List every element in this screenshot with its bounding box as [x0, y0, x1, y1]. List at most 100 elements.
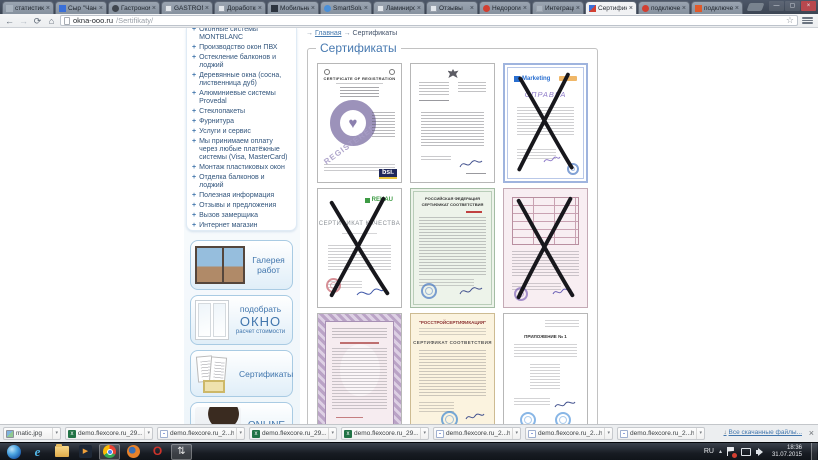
sidebar-menu-item[interactable]: +Стеклопакеты [192, 108, 291, 116]
show-desktop-button[interactable] [811, 443, 817, 460]
network-icon[interactable] [741, 448, 751, 456]
breadcrumb-home-link[interactable]: Главная [315, 30, 342, 37]
show-all-downloads-link[interactable]: ↓ Все скачанные файлы... [724, 429, 802, 436]
certificate-thumb-sanitary-ornate[interactable] [317, 313, 402, 424]
browser-tab[interactable]: подключени× [691, 1, 743, 14]
tab-close-icon[interactable]: × [46, 5, 50, 12]
volume-icon[interactable] [756, 447, 765, 456]
widget-online-consultant[interactable]: ONLINE [190, 402, 293, 424]
clock[interactable]: 18:36 31.07.2015 [770, 445, 804, 459]
back-button[interactable]: ← [4, 15, 15, 27]
browser-tab[interactable]: Недорогие× [479, 1, 531, 14]
download-item[interactable]: demo.flexcore.ru_29....csv▾ [65, 427, 153, 440]
sidebar-menu-item[interactable]: +Отделка балконов и лоджий [192, 174, 291, 190]
sidebar-menu-item[interactable]: +Остекление балконов и лоджий [192, 54, 291, 70]
browser-tab[interactable]: Доработки× [214, 1, 266, 14]
certificate-thumb-pink-crossed[interactable] [503, 188, 588, 308]
sidebar-menu-item[interactable]: +Услуги и сервис [192, 128, 291, 136]
download-item[interactable]: demo.flexcore.ru_2...html▾ [525, 427, 613, 440]
tab-close-icon[interactable]: × [99, 5, 103, 12]
certificate-thumb-marketing-crossed[interactable]: Marketing СПРАВКА [503, 63, 588, 183]
sidebar-menu-item[interactable]: +Фурнитура [192, 118, 291, 126]
sidebar-menu-item[interactable]: +Деревянные окна (сосна, лиственница дуб… [192, 72, 291, 88]
tab-close-icon[interactable]: × [311, 5, 315, 12]
language-indicator[interactable]: RU [704, 448, 714, 455]
download-item[interactable]: matic.jpg▾ [3, 427, 61, 440]
taskbar-icon-media-player[interactable]: ▶ [75, 444, 96, 460]
browser-tab[interactable]: Сыр "Чанах"× [55, 1, 107, 14]
browser-tab[interactable]: GASTRONOM× [161, 1, 213, 14]
tab-close-icon[interactable]: × [735, 5, 739, 12]
certificate-thumb-attachment-1[interactable]: ПРИЛОЖЕНИЕ № 1 [503, 313, 588, 424]
address-bar[interactable]: okna-ooo.ru /Sertifikaty/ ☆ [60, 15, 798, 26]
sidebar-menu-item[interactable]: +Интернет магазин [192, 222, 291, 230]
sidebar-menu-item[interactable]: +Алюминиевые системы Provedal [192, 90, 291, 106]
forward-button[interactable]: → [18, 15, 29, 27]
download-item-menu-caret[interactable]: ▾ [604, 428, 610, 439]
certificate-thumb-rosstroy[interactable]: "РОССТРОЙСЕРТИФИКАЦИЯ" СЕРТИФИКАТ СООТВЕ… [410, 313, 495, 424]
minimize-button[interactable]: — [769, 1, 784, 11]
sidebar-menu-item[interactable]: +Вызов замерщика [192, 212, 291, 220]
download-item-menu-caret[interactable]: ▾ [512, 428, 518, 439]
action-center-flag-icon[interactable] [727, 447, 736, 457]
download-item[interactable]: demo.flexcore.ru_29....csv▾ [341, 427, 429, 440]
bookmark-star-icon[interactable]: ☆ [786, 16, 794, 25]
certificate-thumb-rehau-quality-crossed[interactable]: REHAU СЕРТИФИКАТ КАЧЕСТВА [317, 188, 402, 308]
taskbar-icon-start[interactable] [3, 444, 24, 460]
home-button[interactable]: ⌂ [46, 15, 57, 27]
taskbar-icon-internet-explorer[interactable]: e [27, 444, 48, 460]
browser-tab[interactable]: Гастрономи× [108, 1, 160, 14]
taskbar-icon-firefox[interactable] [123, 444, 144, 460]
close-button[interactable]: × [801, 1, 816, 11]
download-item-menu-caret[interactable]: ▾ [52, 428, 58, 439]
download-item[interactable]: demo.flexcore.ru_2...html▾ [157, 427, 245, 440]
widget-gallery[interactable]: Галерея работ [190, 240, 293, 290]
sidebar-menu-item[interactable]: +Полезная информация [192, 192, 291, 200]
browser-tab[interactable]: SmartSoluti× [320, 1, 372, 14]
tab-close-icon[interactable]: × [576, 5, 580, 12]
browser-tab[interactable]: подключени× [638, 1, 690, 14]
sidebar-menu-item[interactable]: +Оконные системы MONTBLANC [192, 28, 291, 42]
browser-tab[interactable]: Сертификат× [585, 1, 637, 14]
browser-tab[interactable]: Интеграции× [532, 1, 584, 14]
download-item-menu-caret[interactable]: ▾ [696, 428, 702, 439]
maximize-button[interactable]: ▢ [785, 1, 800, 11]
sidebar-menu-item[interactable]: +Мы принимаем оплату через любые платёжн… [192, 138, 291, 162]
taskbar-icon-file-transfer[interactable]: ⇅ [171, 444, 192, 460]
taskbar-icon-opera[interactable]: O [147, 444, 168, 460]
certificate-thumb-bsi-registration[interactable]: CERTIFICATE OF REGISTRATION ♥ REGISTERED… [317, 63, 402, 183]
certificate-thumb-conformity-green[interactable]: РОССИЙСКАЯ ФЕДЕРАЦИЯ СЕРТИФИКАТ СООТВЕТС… [410, 188, 495, 308]
downloads-bar-close-icon[interactable]: × [809, 428, 814, 438]
sidebar-menu-item[interactable]: +Производство окон ПВХ [192, 44, 291, 52]
taskbar-icon-file-explorer[interactable] [51, 444, 72, 460]
browser-tab[interactable]: Ламиниров× [373, 1, 425, 14]
browser-tab[interactable]: Отзывы× [426, 1, 478, 14]
tab-close-icon[interactable]: × [682, 5, 686, 12]
tab-close-icon[interactable]: × [205, 5, 209, 12]
new-tab-button[interactable] [747, 3, 765, 11]
download-item[interactable]: demo.flexcore.ru_2...html▾ [617, 427, 705, 440]
sidebar-menu-item[interactable]: +Отзывы и предложения [192, 202, 291, 210]
download-item-menu-caret[interactable]: ▾ [144, 428, 150, 439]
download-item-menu-caret[interactable]: ▾ [328, 428, 334, 439]
tab-close-icon[interactable]: × [152, 5, 156, 12]
browser-menu-icon[interactable] [801, 16, 814, 25]
reload-button[interactable]: ⟳ [32, 15, 43, 27]
sidebar-menu-item[interactable]: +Монтаж пластиковых окон [192, 164, 291, 172]
taskbar-icon-chrome[interactable] [99, 444, 120, 460]
tab-close-icon[interactable]: × [417, 5, 421, 12]
download-item-menu-caret[interactable]: ▾ [236, 428, 242, 439]
certificate-thumb-official-letter[interactable] [410, 63, 495, 183]
browser-tab[interactable]: Мобильный× [267, 1, 319, 14]
tab-close-icon[interactable]: × [364, 5, 368, 12]
download-item[interactable]: demo.flexcore.ru_2...html▾ [433, 427, 521, 440]
browser-tab[interactable]: статистика× [2, 1, 54, 14]
download-item-menu-caret[interactable]: ▾ [420, 428, 426, 439]
tab-close-icon[interactable]: × [629, 5, 633, 12]
tray-expand-icon[interactable]: ▴ [719, 448, 722, 455]
tab-close-icon[interactable]: × [258, 5, 262, 12]
widget-certificates[interactable]: Сертификаты [190, 350, 293, 397]
tab-close-icon[interactable]: × [523, 5, 527, 12]
download-item[interactable]: demo.flexcore.ru_29....csv▾ [249, 427, 337, 440]
widget-window-calculator[interactable]: подобрать ОКНО расчет стоимости [190, 295, 293, 345]
